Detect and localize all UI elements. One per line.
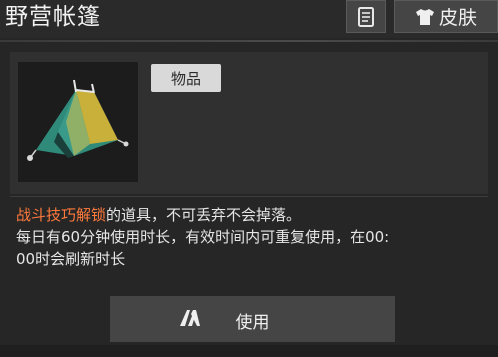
- header-divider: [0, 40, 498, 42]
- codex-button[interactable]: [346, 0, 386, 33]
- skin-button[interactable]: 皮肤: [394, 0, 498, 33]
- item-title: 野营帐篷: [5, 4, 101, 30]
- description-line-3: 00时会刷新时长: [16, 250, 126, 268]
- shirt-icon: [415, 8, 434, 25]
- use-button[interactable]: 使用: [110, 296, 395, 342]
- description-line-1: 战斗技巧解锁的道具，不可丢弃不会掉落。: [16, 204, 490, 226]
- description-line-2: 每日有60分钟使用时长，有效时间内可重复使用，在00:: [16, 228, 390, 246]
- use-button-label: 使用: [235, 313, 270, 333]
- book-icon: [358, 6, 374, 27]
- item-image-frame: [18, 62, 138, 182]
- unlock-source-highlight: 战斗技巧解锁: [16, 206, 107, 224]
- item-type-tag: 物品: [151, 64, 221, 92]
- description-line-1-rest: 的道具，不可丢弃不会掉落。: [106, 206, 302, 224]
- skin-button-label: 皮肤: [438, 7, 477, 29]
- section-divider: [10, 196, 488, 197]
- item-description: 战斗技巧解锁的道具，不可丢弃不会掉落。 每日有60分钟使用时长，有效时间内可重复…: [16, 204, 490, 270]
- footer-strip: [0, 345, 498, 357]
- tent-icon: [27, 79, 129, 161]
